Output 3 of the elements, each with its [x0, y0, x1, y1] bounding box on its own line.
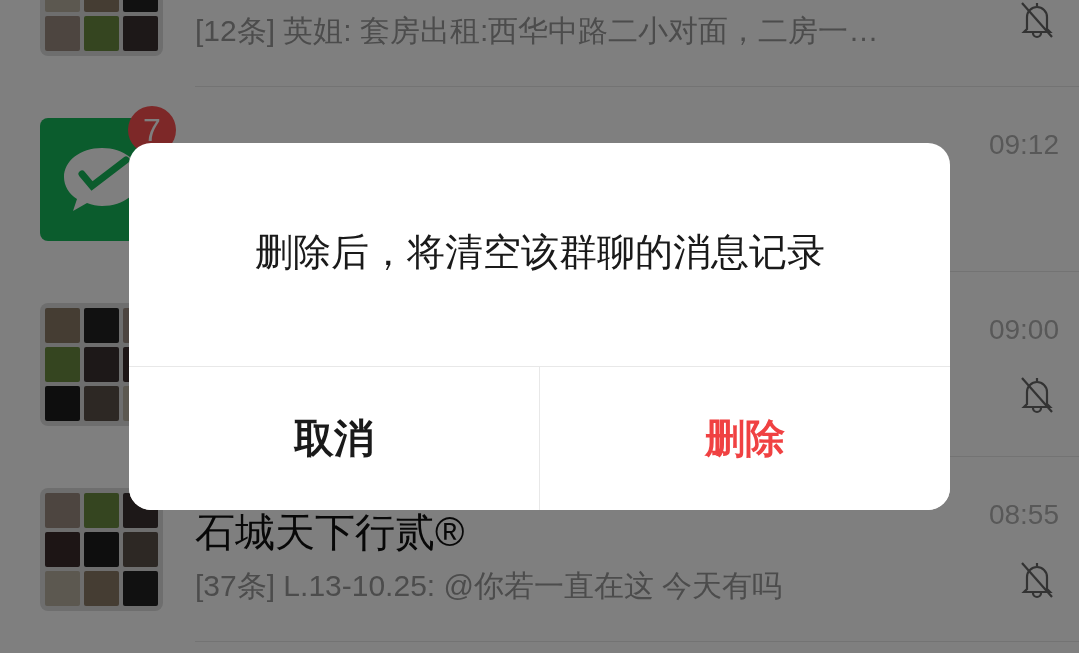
chat-title: 石城天下行贰®: [195, 509, 465, 554]
dialog-message: 删除后，将清空该群聊的消息记录: [253, 229, 826, 275]
delete-button[interactable]: 删除: [539, 366, 950, 510]
